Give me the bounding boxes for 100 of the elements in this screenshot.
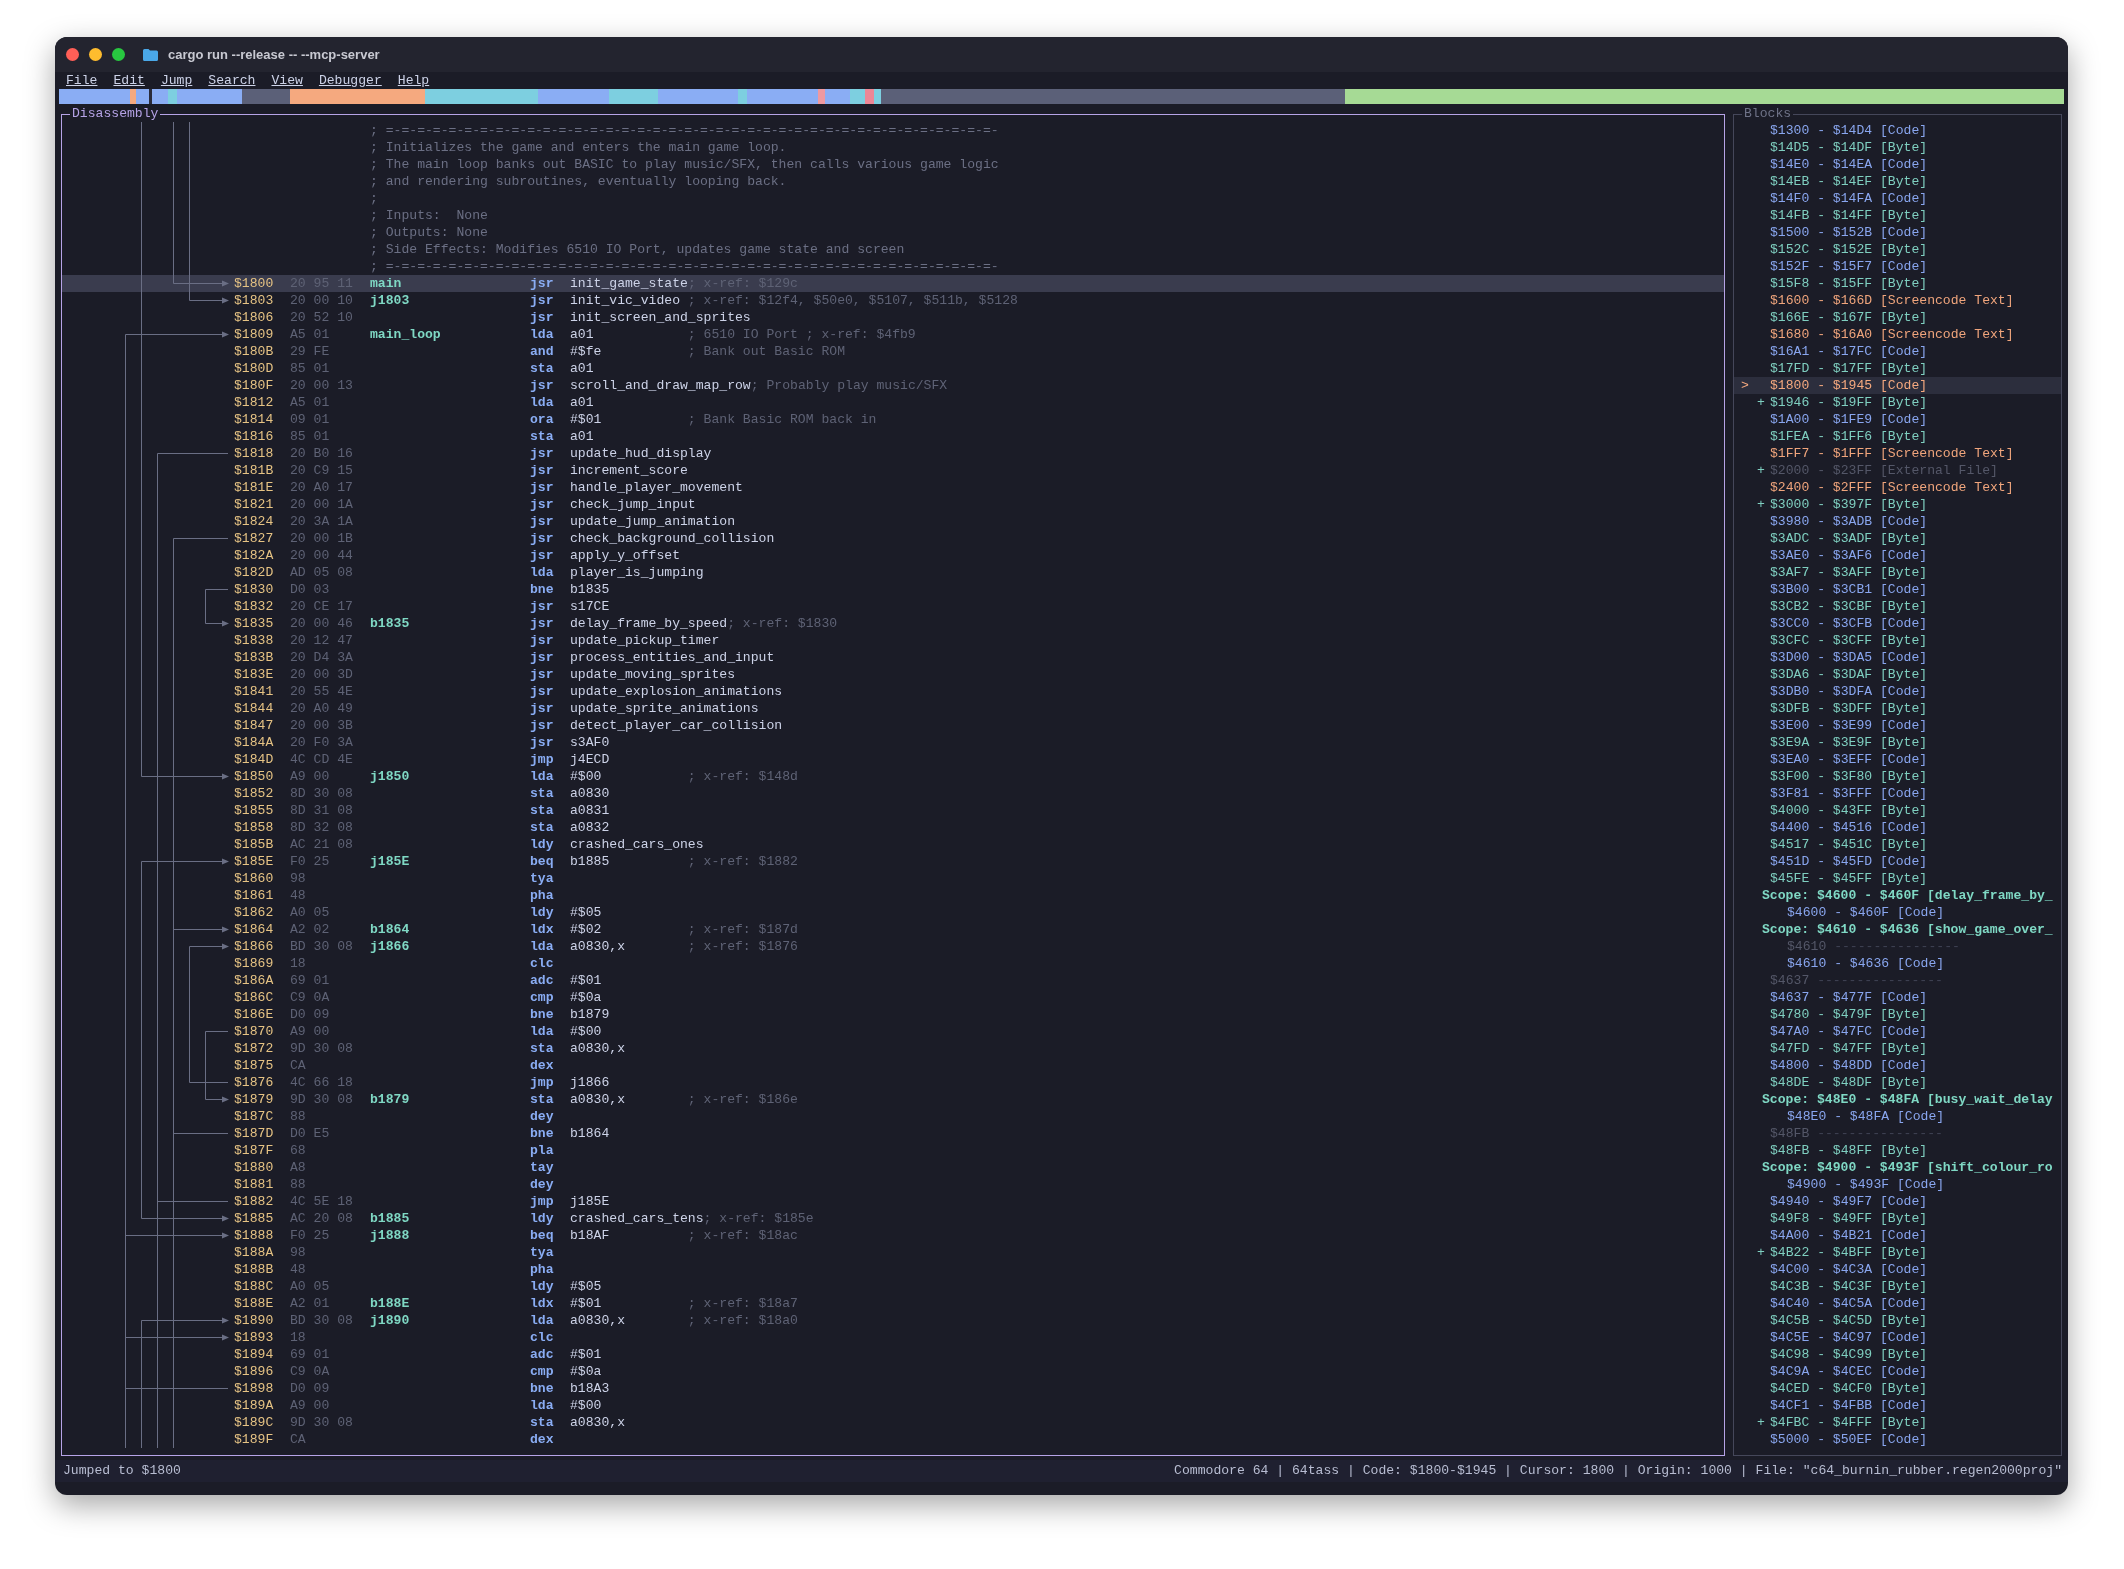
code-line[interactable]: $180F 20 00 13 jsr scroll_and_draw_map_row; Probably play music/SFX	[62, 377, 1724, 394]
code-line[interactable]: $1824 20 3A 1A jsr update_jump_animation	[62, 513, 1724, 530]
block-row[interactable]: $5000 - $50EF [Code]	[1734, 1431, 2061, 1448]
block-row[interactable]: $45FE - $45FF [Byte]	[1734, 870, 2061, 887]
code-line[interactable]: $1893 18 clc	[62, 1329, 1724, 1346]
code-line[interactable]: $189C 9D 30 08 sta a0830,x	[62, 1414, 1724, 1431]
code-line[interactable]: $1832 20 CE 17 jsr s17CE	[62, 598, 1724, 615]
code-line[interactable]: $1803 20 00 10 j1803 jsr init_vic_video ; x-ref: $12f4, $50e0, $5107, $511b, $5128	[62, 292, 1724, 309]
block-row[interactable]: $1FF7 - $1FFF [Screencode Text]	[1734, 445, 2061, 462]
code-line[interactable]: $1855 8D 31 08 sta a0831	[62, 802, 1724, 819]
block-row[interactable]: $4C40 - $4C5A [Code]	[1734, 1295, 2061, 1312]
menu-item[interactable]: File	[66, 72, 98, 89]
block-row[interactable]: $3E9A - $3E9F [Byte]	[1734, 734, 2061, 751]
code-line[interactable]: $1866 BD 30 08 j1866 lda a0830,x ; x-ref: $1876	[62, 938, 1724, 955]
code-line[interactable]: $1872 9D 30 08 sta a0830,x	[62, 1040, 1724, 1057]
block-row[interactable]: $4400 - $4516 [Code]	[1734, 819, 2061, 836]
code-line[interactable]: $1861 48 pha	[62, 887, 1724, 904]
menu-item[interactable]: Edit	[113, 72, 145, 89]
code-line[interactable]: $185E F0 25 j185E beq b1885 ; x-ref: $1882	[62, 853, 1724, 870]
block-row[interactable]: $3F81 - $3FFF [Code]	[1734, 785, 2061, 802]
code-line[interactable]: $1876 4C 66 18 jmp j1866	[62, 1074, 1724, 1091]
block-row[interactable]: $17FD - $17FF [Byte]	[1734, 360, 2061, 377]
block-row[interactable]: $16A1 - $17FC [Code]	[1734, 343, 2061, 360]
minimize-button[interactable]	[89, 48, 102, 61]
block-row[interactable]: $4CED - $4CF0 [Byte]	[1734, 1380, 2061, 1397]
block-row[interactable]: $152F - $15F7 [Code]	[1734, 258, 2061, 275]
code-line[interactable]: $184D 4C CD 4E jmp j4ECD	[62, 751, 1724, 768]
block-row[interactable]: $4637 - $477F [Code]	[1734, 989, 2061, 1006]
code-line[interactable]: $1835 20 00 46 b1835 jsr delay_frame_by_speed; x-ref: $1830	[62, 615, 1724, 632]
block-row[interactable]: + $1946 - $19FF [Byte]	[1734, 394, 2061, 411]
block-row[interactable]: $4900 - $493F [Code]	[1734, 1176, 2061, 1193]
block-row[interactable]: $4A00 - $4B21 [Code]	[1734, 1227, 2061, 1244]
code-line[interactable]: $188B 48 pha	[62, 1261, 1724, 1278]
block-row[interactable]: $4940 - $49F7 [Code]	[1734, 1193, 2061, 1210]
block-row[interactable]: $4CF1 - $4FBB [Code]	[1734, 1397, 2061, 1414]
code-line[interactable]: $184A 20 F0 3A jsr s3AF0	[62, 734, 1724, 751]
code-line[interactable]: $1844 20 A0 49 jsr update_sprite_animations	[62, 700, 1724, 717]
code-line[interactable]: $1814 09 01 ora #$01 ; Bank Basic ROM back in	[62, 411, 1724, 428]
code-line[interactable]: $1869 18 clc	[62, 955, 1724, 972]
code-line[interactable]: $1898 D0 09 bne b18A3	[62, 1380, 1724, 1397]
code-line[interactable]: $1838 20 12 47 jsr update_pickup_timer	[62, 632, 1724, 649]
code-line[interactable]: $183E 20 00 3D jsr update_moving_sprites	[62, 666, 1724, 683]
block-row[interactable]: $1FEA - $1FF6 [Byte]	[1734, 428, 2061, 445]
code-line[interactable]: $1879 9D 30 08 b1879 sta a0830,x ; x-ref: $186e	[62, 1091, 1724, 1108]
block-row[interactable]: $4C5B - $4C5D [Byte]	[1734, 1312, 2061, 1329]
code-line[interactable]: $1816 85 01 sta a01	[62, 428, 1724, 445]
block-row[interactable]: $1500 - $152B [Code]	[1734, 224, 2061, 241]
code-line[interactable]: $1862 A0 05 ldy #$05	[62, 904, 1724, 921]
code-line[interactable]: $181B 20 C9 15 jsr increment_score	[62, 462, 1724, 479]
code-line[interactable]: $187D D0 E5 bne b1864	[62, 1125, 1724, 1142]
code-line[interactable]: $1809 A5 01 main_loop lda a01 ; 6510 IO Port ; x-ref: $4fb9	[62, 326, 1724, 343]
block-row[interactable]: $15F8 - $15FF [Byte]	[1734, 275, 2061, 292]
block-row[interactable]: $48E0 - $48FA [Code]	[1734, 1108, 2061, 1125]
block-row[interactable]: $1680 - $16A0 [Screencode Text]	[1734, 326, 2061, 343]
block-row[interactable]: $4780 - $479F [Byte]	[1734, 1006, 2061, 1023]
code-line[interactable]: $1841 20 55 4E jsr update_explosion_animations	[62, 683, 1724, 700]
code-line[interactable]: $182D AD 05 08 lda player_is_jumping	[62, 564, 1724, 581]
code-line[interactable]: $1860 98 tya	[62, 870, 1724, 887]
block-row[interactable]: + $4B22 - $4BFF [Byte]	[1734, 1244, 2061, 1261]
block-row[interactable]: $48FB - $48FF [Byte]	[1734, 1142, 2061, 1159]
code-line[interactable]: $1870 A9 00 lda #$00	[62, 1023, 1724, 1040]
menu-item[interactable]: Help	[397, 72, 430, 89]
close-button[interactable]	[66, 48, 79, 61]
code-line[interactable]: $1830 D0 03 bne b1835	[62, 581, 1724, 598]
block-row[interactable]: $3D00 - $3DA5 [Code]	[1734, 649, 2061, 666]
menu-item[interactable]: Search	[208, 72, 256, 89]
code-line[interactable]: $1882 4C 5E 18 jmp j185E	[62, 1193, 1724, 1210]
block-row[interactable]: $47FD - $47FF [Byte]	[1734, 1040, 2061, 1057]
code-line[interactable]: $1880 A8 tay	[62, 1159, 1724, 1176]
code-line[interactable]: $1852 8D 30 08 sta a0830	[62, 785, 1724, 802]
block-row[interactable]: $3AF7 - $3AFF [Byte]	[1734, 564, 2061, 581]
block-row[interactable]: $14EB - $14EF [Byte]	[1734, 173, 2061, 190]
code-line[interactable]: $1864 A2 02 b1864 ldx #$02 ; x-ref: $187d	[62, 921, 1724, 938]
code-line[interactable]: $180B 29 FE and #$fe ; Bank out Basic ROM	[62, 343, 1724, 360]
code-line[interactable]: $186E D0 09 bne b1879	[62, 1006, 1724, 1023]
block-row[interactable]: $3DB0 - $3DFA [Code]	[1734, 683, 2061, 700]
code-line[interactable]: $1885 AC 20 08 b1885 ldy crashed_cars_tens; x-ref: $185e	[62, 1210, 1724, 1227]
block-row[interactable]: + $4FBC - $4FFF [Byte]	[1734, 1414, 2061, 1431]
block-row[interactable]: $3B00 - $3CB1 [Code]	[1734, 581, 2061, 598]
expand-toggle[interactable]: +	[1757, 462, 1770, 479]
block-row[interactable]: $2400 - $2FFF [Screencode Text]	[1734, 479, 2061, 496]
menu-item[interactable]: Jump	[160, 72, 193, 89]
menu-item[interactable]: Debugger	[318, 72, 382, 89]
code-line[interactable]: $182A 20 00 44 jsr apply_y_offset	[62, 547, 1724, 564]
code-line[interactable]: $1875 CA dex	[62, 1057, 1724, 1074]
block-row[interactable]: $4C9A - $4CEC [Code]	[1734, 1363, 2061, 1380]
block-row[interactable]: $4610 - $4636 [Code]	[1734, 955, 2061, 972]
block-row[interactable]: + $3000 - $397F [Byte]	[1734, 496, 2061, 513]
code-line[interactable]: $1888 F0 25 j1888 beq b18AF ; x-ref: $18ac	[62, 1227, 1724, 1244]
block-row[interactable]: $48DE - $48DF [Byte]	[1734, 1074, 2061, 1091]
block-row[interactable]: $1A00 - $1FE9 [Code]	[1734, 411, 2061, 428]
menu-item[interactable]: View	[271, 72, 303, 89]
block-row[interactable]: $4517 - $451C [Byte]	[1734, 836, 2061, 853]
expand-toggle[interactable]: +	[1757, 1244, 1770, 1261]
code-line[interactable]: $180D 85 01 sta a01	[62, 360, 1724, 377]
code-line[interactable]: $1896 C9 0A cmp #$0a	[62, 1363, 1724, 1380]
code-line[interactable]: $1812 A5 01 lda a01	[62, 394, 1724, 411]
block-row[interactable]: > $1800 - $1945 [Code]	[1734, 377, 2061, 394]
block-row[interactable]: $14D5 - $14DF [Byte]	[1734, 139, 2061, 156]
zoom-button[interactable]	[112, 48, 125, 61]
